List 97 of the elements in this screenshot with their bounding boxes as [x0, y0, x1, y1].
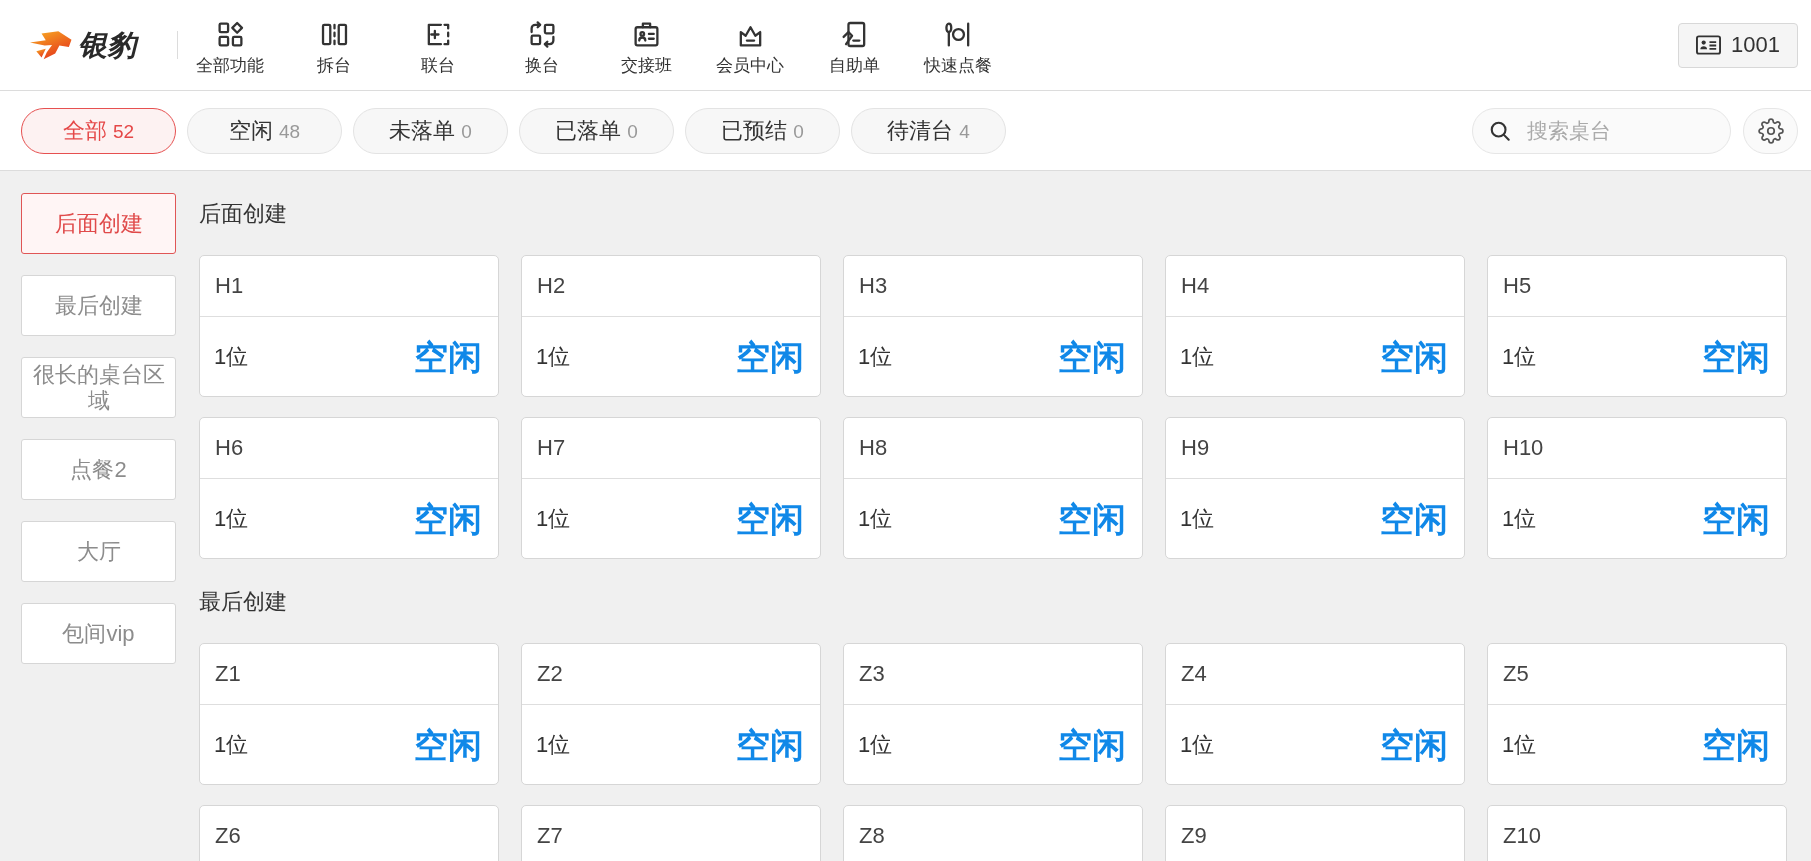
- table-card[interactable]: Z2 1位 空闲: [521, 643, 821, 785]
- seat-count: 1位: [1180, 730, 1215, 759]
- table-card[interactable]: Z8: [843, 805, 1143, 861]
- table-status: 空闲: [1380, 724, 1448, 765]
- table-card[interactable]: H3 1位 空闲: [843, 255, 1143, 397]
- seat-count: 1位: [536, 504, 571, 533]
- table-name: Z5: [1503, 661, 1529, 687]
- seat-count: 1位: [1502, 730, 1537, 759]
- table-status: 空闲: [414, 336, 482, 377]
- table-status: 空闲: [1058, 498, 1126, 539]
- toolbar-button[interactable]: 全部功能: [178, 0, 282, 90]
- logo-icon: [30, 30, 72, 60]
- id-card-icon: [1696, 35, 1721, 55]
- table-card[interactable]: H6 1位 空闲: [199, 417, 499, 559]
- table-status: 空闲: [1058, 336, 1126, 377]
- table-status: 空闲: [1380, 498, 1448, 539]
- table-name: Z1: [215, 661, 241, 687]
- table-name: H7: [537, 435, 566, 461]
- table-name: Z7: [537, 823, 563, 849]
- table-card[interactable]: H10 1位 空闲: [1487, 417, 1787, 559]
- filter-chip[interactable]: 待清台 4: [851, 107, 1006, 154]
- toolbar-button[interactable]: 换台: [490, 0, 594, 90]
- table-name: Z8: [859, 823, 885, 849]
- filter-chip[interactable]: 空闲 48: [187, 107, 342, 154]
- table-status: 空闲: [414, 498, 482, 539]
- seat-count: 1位: [1180, 504, 1215, 533]
- table-name: Z9: [1181, 823, 1207, 849]
- table-status: 空闲: [736, 724, 804, 765]
- seat-count: 1位: [214, 342, 249, 371]
- table-card[interactable]: H5 1位 空闲: [1487, 255, 1787, 397]
- table-name: H1: [215, 273, 244, 299]
- seat-count: 1位: [1180, 342, 1215, 371]
- table-status: 空闲: [1702, 336, 1770, 377]
- table-name: H2: [537, 273, 566, 299]
- table-card[interactable]: H1 1位 空闲: [199, 255, 499, 397]
- table-name: Z2: [537, 661, 563, 687]
- seat-count: 1位: [214, 504, 249, 533]
- table-card[interactable]: H9 1位 空闲: [1165, 417, 1465, 559]
- section-title: 最后创建: [199, 588, 287, 616]
- search-field[interactable]: 搜索桌台: [1472, 107, 1731, 154]
- search-icon: [1489, 119, 1511, 142]
- seat-count: 1位: [214, 730, 249, 759]
- table-status: 空闲: [1058, 724, 1126, 765]
- table-status: 空闲: [736, 336, 804, 377]
- table-name: Z4: [1181, 661, 1207, 687]
- seat-count: 1位: [1502, 504, 1537, 533]
- seat-count: 1位: [1502, 342, 1537, 371]
- section-title: 后面创建: [199, 200, 287, 228]
- toolbar-button[interactable]: 自助单: [802, 0, 906, 90]
- table-card[interactable]: Z4 1位 空闲: [1165, 643, 1465, 785]
- table-status: 空闲: [1702, 724, 1770, 765]
- table-card[interactable]: Z3 1位 空闲: [843, 643, 1143, 785]
- table-name: H10: [1503, 435, 1544, 461]
- table-card[interactable]: Z1 1位 空闲: [199, 643, 499, 785]
- table-name: H3: [859, 273, 888, 299]
- table-name: H4: [1181, 273, 1210, 299]
- table-card[interactable]: H2 1位 空闲: [521, 255, 821, 397]
- table-card[interactable]: H7 1位 空闲: [521, 417, 821, 559]
- table-card[interactable]: Z6: [199, 805, 499, 861]
- seat-count: 1位: [858, 730, 893, 759]
- swap-arrows-icon: [527, 20, 557, 49]
- table-card[interactable]: Z7: [521, 805, 821, 861]
- filter-chip[interactable]: 已预结 0: [685, 107, 840, 154]
- table-name: Z6: [215, 823, 241, 849]
- seat-count: 1位: [858, 342, 893, 371]
- seat-count: 1位: [858, 504, 893, 533]
- table-name: H8: [859, 435, 888, 461]
- area-tab[interactable]: 后面创建: [21, 193, 176, 254]
- table-name: H6: [215, 435, 244, 461]
- table-status: 空闲: [1380, 336, 1448, 377]
- table-status: 空闲: [736, 498, 804, 539]
- table-card[interactable]: Z5 1位 空闲: [1487, 643, 1787, 785]
- table-name: H9: [1181, 435, 1210, 461]
- table-card[interactable]: H4 1位 空闲: [1165, 255, 1465, 397]
- id-badge-icon: [631, 20, 661, 49]
- seat-count: 1位: [536, 342, 571, 371]
- toolbar-button[interactable]: 联台: [386, 0, 490, 90]
- table-status: 空闲: [1702, 498, 1770, 539]
- toolbar-button[interactable]: 会员中心: [698, 0, 802, 90]
- toolbar-button[interactable]: 快速点餐: [906, 0, 1010, 90]
- filter-chip[interactable]: 已落单 0: [519, 107, 674, 154]
- settings-button[interactable]: [1743, 107, 1798, 154]
- table-name: Z10: [1503, 823, 1541, 849]
- toolbar-button[interactable]: 交接班: [594, 0, 698, 90]
- seat-count: 1位: [536, 730, 571, 759]
- settings-icon: [1757, 117, 1784, 144]
- toolbar-button[interactable]: 拆台: [282, 0, 386, 90]
- grid-icon: [215, 20, 245, 49]
- table-name: Z3: [859, 661, 885, 687]
- table-name: H5: [1503, 273, 1532, 299]
- table-status: 空闲: [414, 724, 482, 765]
- filter-chip[interactable]: 全部 52: [21, 107, 176, 154]
- filter-chip[interactable]: 未落单 0: [353, 107, 508, 154]
- user-button[interactable]: 1001: [1678, 22, 1798, 68]
- table-card[interactable]: H8 1位 空闲: [843, 417, 1143, 559]
- table-card[interactable]: Z9: [1165, 805, 1465, 861]
- table-card[interactable]: Z10: [1487, 805, 1787, 861]
